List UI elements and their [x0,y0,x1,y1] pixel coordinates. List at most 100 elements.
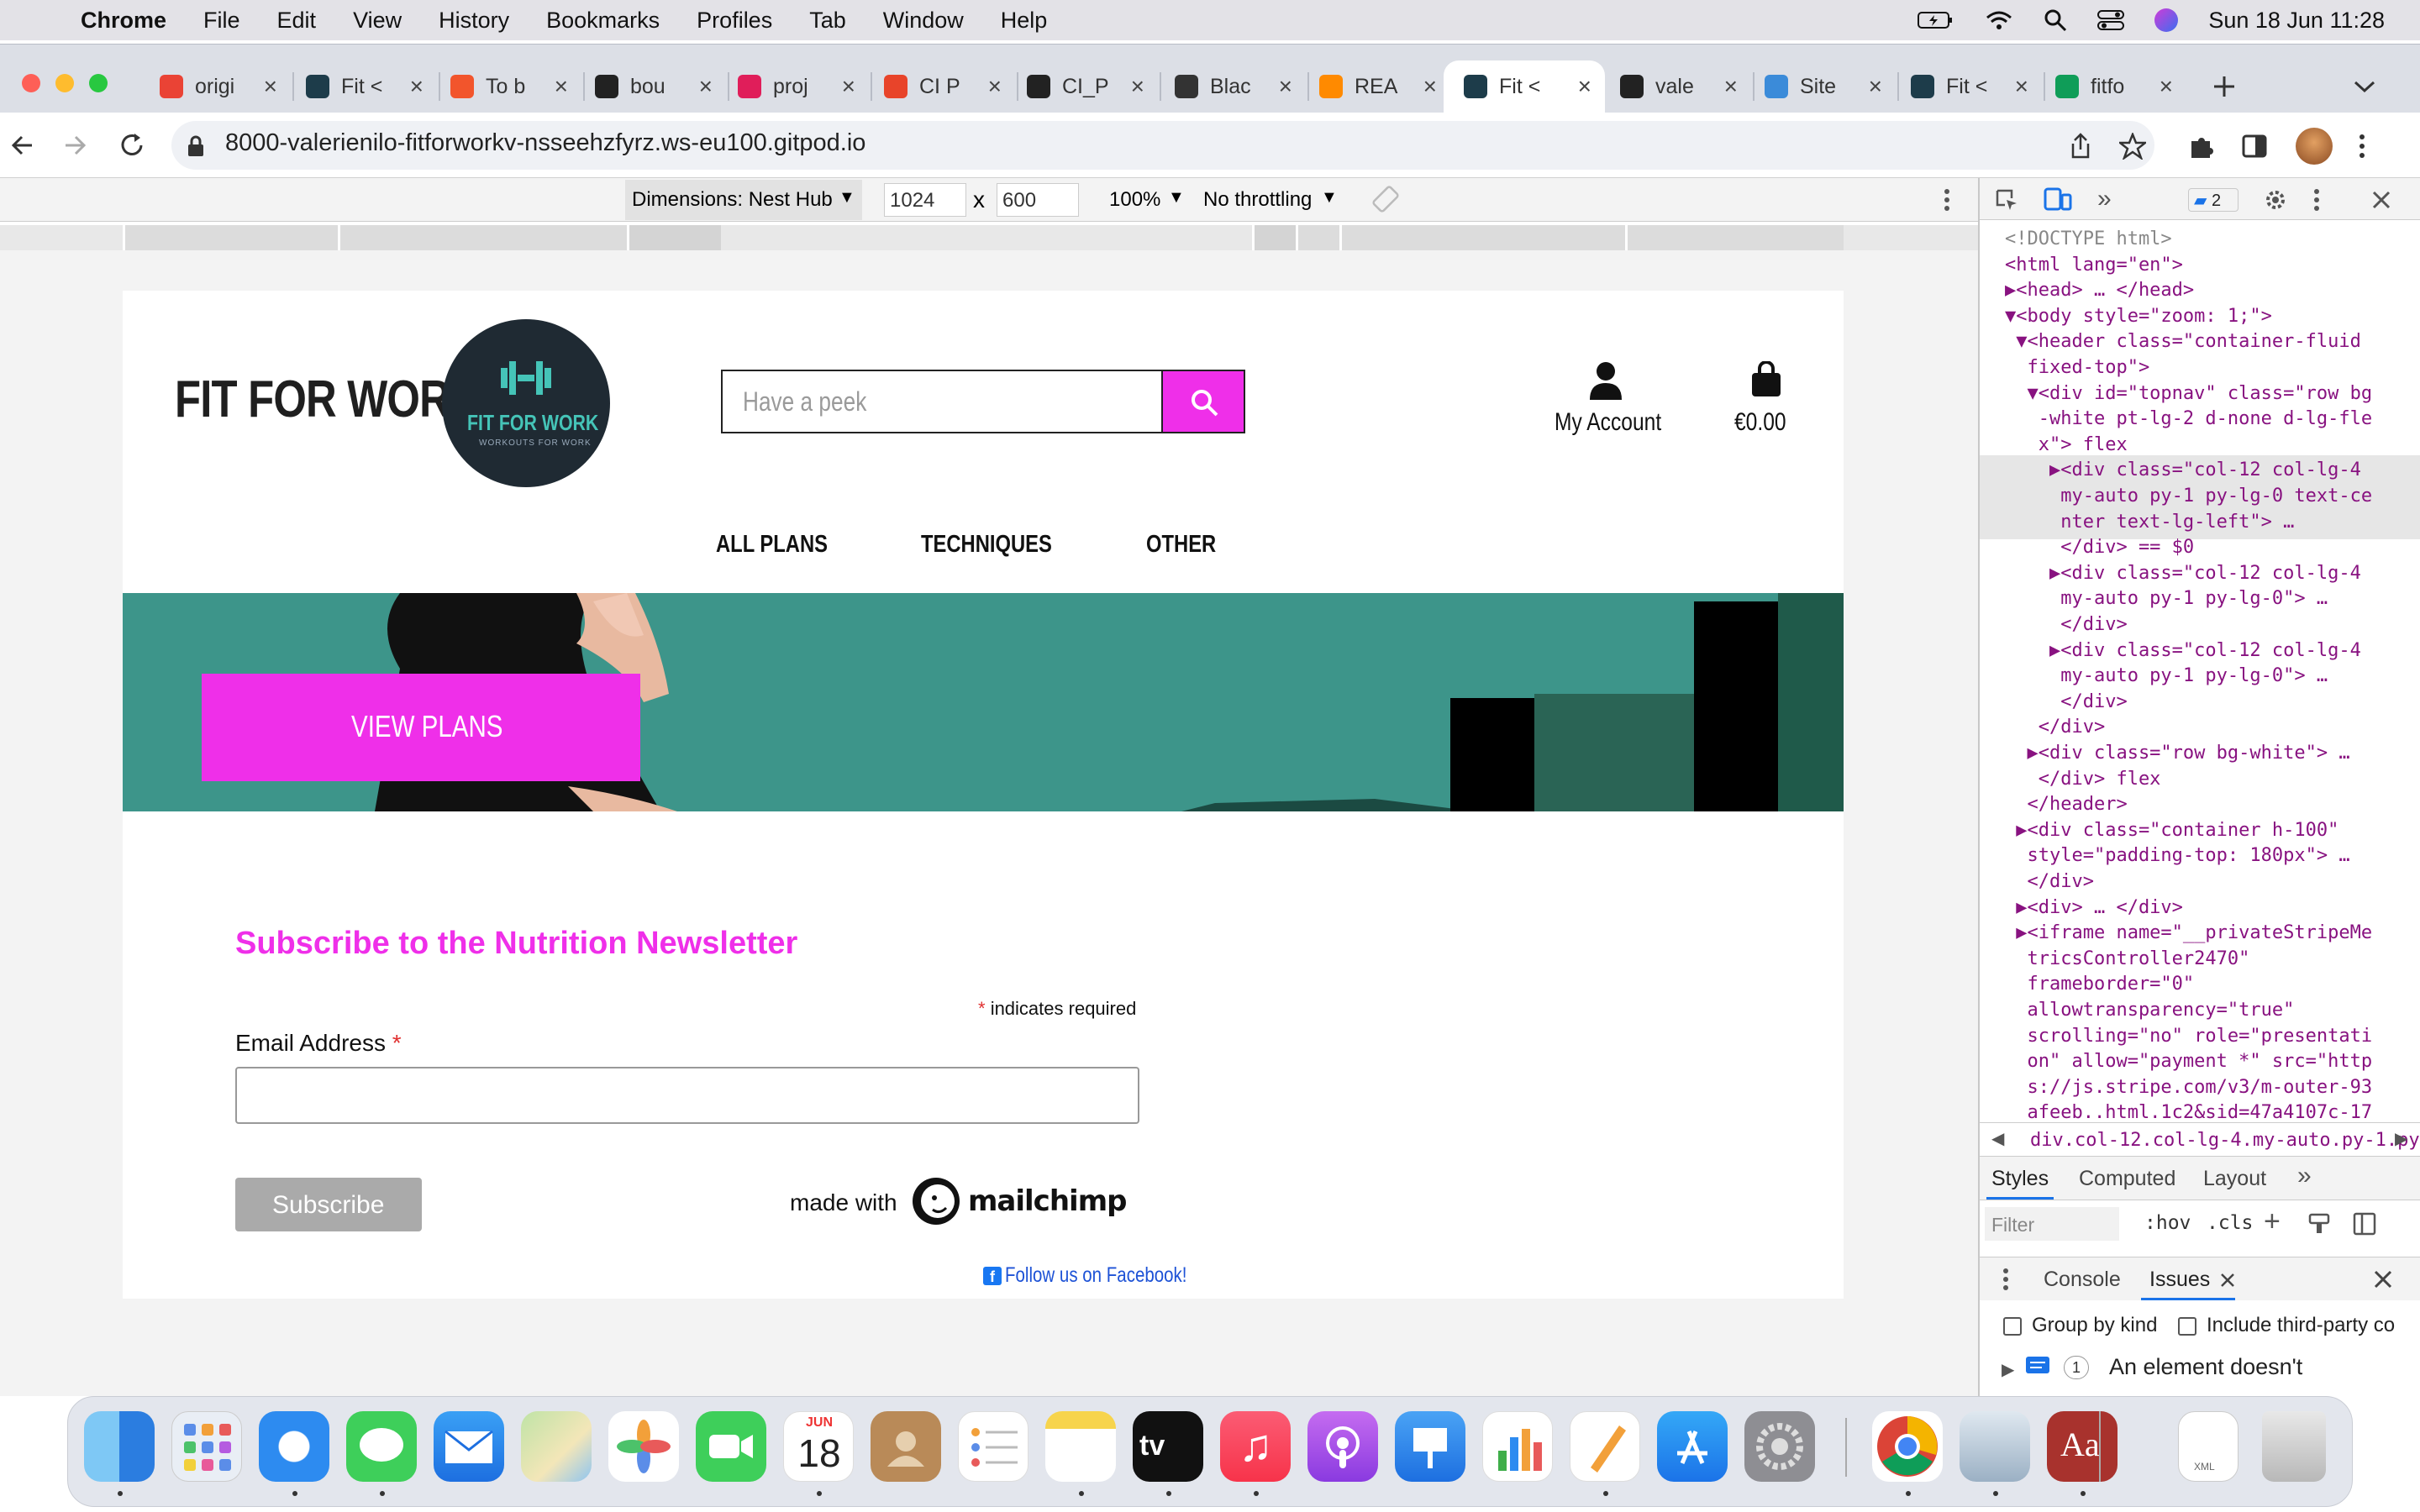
dock-contacts-icon[interactable] [871,1411,941,1482]
dom-tree-line[interactable]: ▶<div> … </div> [2005,897,2183,918]
devtools-close-icon[interactable] [2371,190,2391,210]
nav-all-plans[interactable]: ALL PLANS [716,531,828,559]
dom-tree-line[interactable]: on" allow="payment *" src="http [2005,1051,2372,1072]
dom-tree-line[interactable]: my-auto py-1 py-lg-0"> … [2005,588,2328,609]
dock-chrome-icon[interactable] [1872,1411,1943,1482]
styles-filter-input[interactable]: Filter [1985,1207,2119,1241]
dom-tree-line[interactable]: my-auto py-1 py-lg-0"> … [2005,665,2328,686]
dom-tree-line[interactable]: ▶<div class="col-12 col-lg-4 [2005,640,2361,661]
dom-tree-line[interactable]: ▶<iframe name="__privateStripeMe [2005,922,2372,943]
inspect-element-icon[interactable] [1995,188,2018,212]
dock-keynote-icon[interactable] [1395,1411,1465,1482]
browser-tab[interactable]: To b × [440,60,581,113]
dock-music-icon[interactable]: ♫ [1220,1411,1291,1482]
tab-styles[interactable]: Styles [1991,1167,2049,1191]
tab-close-icon[interactable]: × [1869,73,1882,100]
device-toolbar-more-icon[interactable] [1943,188,1951,212]
tab-close-icon[interactable]: × [1578,73,1591,100]
browser-tab[interactable]: REA × [1309,60,1450,113]
wifi-icon[interactable] [1985,9,2013,31]
dom-tree-line[interactable]: allowtransparency="true" [2005,1000,2294,1021]
menu-history[interactable]: History [439,8,509,34]
dock-xml-file-icon[interactable]: XML [2178,1411,2238,1482]
tab-close-icon[interactable]: × [410,73,424,100]
dom-tree-line[interactable]: </div> == $0 [2005,537,2194,558]
device-width-input[interactable]: 1024 [884,183,966,217]
more-style-tabs-icon[interactable]: » [2297,1162,2312,1190]
dock-messages-icon[interactable] [346,1411,417,1482]
dom-tree-line[interactable]: style="padding-top: 180px"> … [2005,845,2349,866]
dock-maps-icon[interactable] [521,1411,592,1482]
dock-pages-icon[interactable] [1570,1411,1640,1482]
site-search-input[interactable]: Have a peek [721,370,1163,433]
dock-reminders-icon[interactable] [958,1411,1028,1482]
subscribe-button[interactable]: Subscribe [235,1178,422,1231]
breadcrumb-right-icon[interactable]: ▶ [2395,1128,2407,1149]
zoom-caret-icon[interactable]: ▼ [1168,188,1185,207]
menubar-clock[interactable]: Sun 18 Jun 11:28 [2208,8,2385,34]
throttling-select[interactable]: No throttling [1203,188,1312,212]
control-center-icon[interactable] [2097,9,2125,31]
extensions-puzzle-icon[interactable] [2188,133,2215,160]
browser-tab[interactable]: bou × [585,60,726,113]
tab-close-icon[interactable]: × [264,73,277,100]
new-tab-plus-icon[interactable] [2212,74,2237,99]
url-text[interactable]: 8000-valerienilo-fitforworkv-nsseehzfyrz… [225,129,865,157]
dock-finder-icon[interactable] [84,1411,155,1482]
dom-tree-line[interactable]: </div> [2005,717,2105,738]
drawer-tab-issues[interactable]: Issues [2149,1268,2210,1292]
dom-tree-line[interactable]: ▼<div id="topnav" class="row bg [2005,383,2372,404]
dom-tree-line[interactable]: x"> flex [2005,434,2128,455]
include-third-party-checkbox[interactable] [2178,1317,2196,1336]
window-close-button[interactable] [22,74,40,92]
site-search-button[interactable] [1161,370,1245,433]
forward-arrow-icon[interactable] [62,133,87,158]
devtools-kebab-icon[interactable] [2312,188,2321,212]
new-rule-plus-icon[interactable]: + [2264,1205,2281,1238]
window-minimize-button[interactable] [55,74,74,92]
chrome-menu-kebab-icon[interactable] [2358,133,2366,160]
issues-badge[interactable]: ▰ 2 [2188,188,2238,212]
hov-toggle[interactable]: :hov [2144,1212,2191,1234]
reload-icon[interactable] [118,131,146,160]
site-logo[interactable]: FIT FOR WORK WORKOUTS FOR WORK [442,319,610,487]
dom-tree-line[interactable]: ▼<body style="zoom: 1;"> [2005,306,2272,327]
dom-tree-line[interactable]: ▶<div class="container h-100" [2005,820,2338,841]
browser-tab[interactable]: origi × [150,60,291,113]
dock-facetime-icon[interactable] [696,1411,766,1482]
ruler-segment[interactable] [1625,225,1844,250]
throttling-caret-icon[interactable]: ▼ [1321,188,1338,207]
drawer-kebab-icon[interactable] [2002,1268,2010,1291]
ruler-segment[interactable] [1339,225,1625,250]
dom-tree-line[interactable]: </div> flex [2005,769,2161,790]
dock-trash-icon[interactable] [2262,1411,2326,1482]
dom-tree-line[interactable]: afeeb..html.1c2&sid=47a4107c-17 [2005,1102,2372,1123]
issue-title[interactable]: An element doesn't [2109,1354,2302,1380]
device-height-input[interactable]: 600 [997,183,1079,217]
back-arrow-icon[interactable] [10,133,35,158]
ruler-segment[interactable] [1296,225,1339,250]
dom-tree-line[interactable]: tricsController2470" [2005,948,2249,969]
tab-computed[interactable]: Computed [2079,1167,2175,1191]
devtools-settings-gear-icon[interactable] [2264,188,2287,212]
profile-avatar[interactable] [2296,128,2333,165]
browser-tab[interactable]: CI P × [874,60,1015,113]
shopping-cart-link[interactable]: €0.00 [1734,361,1802,445]
tab-close-icon[interactable]: × [1279,73,1292,100]
menu-edit[interactable]: Edit [277,8,317,34]
menu-view[interactable]: View [353,8,402,34]
dock-apple-tv-icon[interactable]: tv [1133,1411,1203,1482]
nav-techniques[interactable]: TECHNIQUES [921,531,1052,559]
browser-tab[interactable]: fitfo × [2045,60,2186,113]
dock-preview-icon[interactable] [1960,1411,2030,1482]
bookmark-star-icon[interactable] [2119,133,2146,160]
cls-toggle[interactable]: .cls [2207,1212,2253,1234]
tab-close-icon[interactable]: × [2160,73,2173,100]
breadcrumb-left-icon[interactable]: ◀ [1991,1128,2004,1149]
browser-tab[interactable]: Site × [1754,60,1896,113]
dock-launchpad-icon[interactable] [171,1411,242,1482]
menu-bookmarks[interactable]: Bookmarks [546,8,660,34]
dom-tree-line[interactable]: fixed-top"> [2005,357,2149,378]
dropdown-caret-icon[interactable]: ▼ [839,188,855,207]
tab-close-icon[interactable]: × [842,73,855,100]
